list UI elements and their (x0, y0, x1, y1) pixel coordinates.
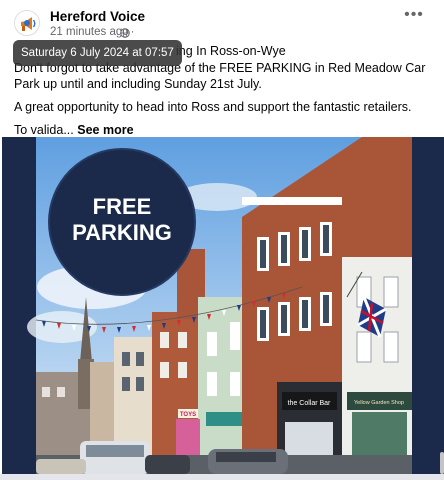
collar-bar-sign: the Collar Bar (288, 400, 331, 407)
post-paragraph-3-text: To valida... (14, 123, 74, 137)
page-avatar[interactable] (14, 10, 40, 36)
badge-line-1: FREE (93, 194, 152, 219)
badge-line-2: PARKING (72, 220, 172, 245)
bottom-divider (0, 474, 444, 480)
megaphone-icon (15, 11, 39, 35)
post-paragraph-3: To valida... See more (14, 122, 436, 138)
post-photo[interactable]: the Collar Bar Yellow Garden Shop TOYS F… (2, 137, 444, 474)
page-name-link[interactable]: Hereford Voice (50, 9, 145, 24)
street-photo: the Collar Bar Yellow Garden Shop TOYS F… (2, 137, 444, 474)
post-paragraph-2: A great opportunity to head into Ross an… (14, 100, 412, 114)
more-options-button[interactable]: ••• (402, 7, 426, 28)
time-separator: · (130, 26, 135, 38)
scrollbar-handle[interactable] (440, 452, 444, 474)
post-header: Hereford Voice 21 minutes ago · ••• (0, 0, 444, 44)
globe-icon (120, 28, 130, 38)
see-more-link[interactable]: See more (77, 123, 133, 137)
timestamp-tooltip: Saturday 6 July 2024 at 07:57 (13, 40, 182, 66)
toys-sign: TOYS (180, 412, 196, 418)
shop-sign: Yellow Garden Shop (354, 400, 404, 406)
time-ago[interactable]: 21 minutes ago (50, 26, 129, 38)
